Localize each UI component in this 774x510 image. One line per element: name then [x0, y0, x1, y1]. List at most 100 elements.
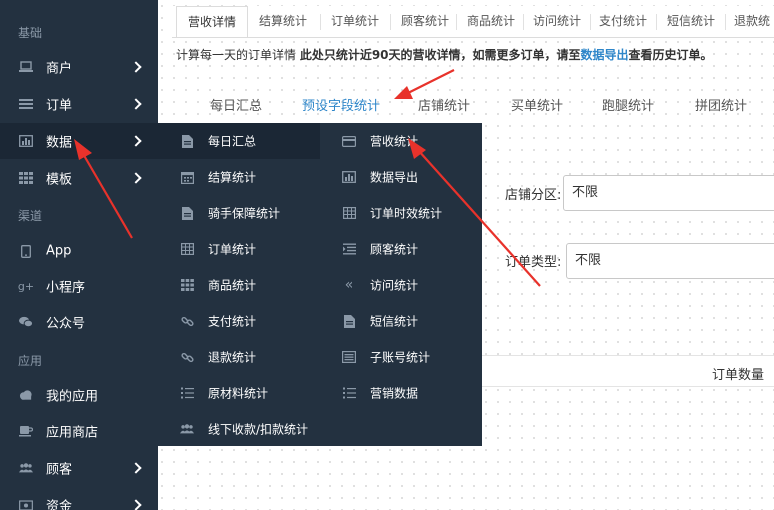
subtab-daily-summary[interactable]: 每日汇总 — [210, 95, 262, 114]
submenu-item-sms-stats[interactable]: 短信统计 — [320, 303, 482, 339]
tab-payment-stats[interactable]: 支付统计 — [590, 6, 656, 37]
order-type-select[interactable]: 不限 — [566, 243, 774, 279]
order-type-label: 订单类型: — [505, 255, 562, 270]
submenu-item-label: 数据导出 — [370, 170, 419, 185]
tab-order-stats[interactable]: 订单统计 — [322, 6, 388, 37]
submenu-item-label: 营收统计 — [370, 134, 419, 149]
sidebar-item-label: 数据 — [46, 135, 73, 151]
submenu-item-product-stats[interactable]: 商品统计 — [158, 267, 320, 303]
chevron-right-icon — [130, 135, 142, 147]
sidebar-section-channel: 渠道 — [18, 209, 43, 223]
sidebar-item-label: 模板 — [46, 172, 73, 188]
sidebar-item-official-account[interactable]: 公众号 — [0, 304, 158, 340]
submenu-item-visit-stats[interactable]: « 访问统计 — [320, 267, 482, 303]
submenu-item-label: 退款统计 — [208, 350, 257, 365]
cup-icon — [19, 424, 33, 438]
submenu-item-label: 订单统计 — [208, 242, 257, 257]
sidebar-item-template[interactable]: 模板 — [0, 160, 158, 196]
submenu-item-label: 子账号统计 — [370, 350, 431, 365]
submenu-item-raw-material-stats[interactable]: 原材料统计 — [158, 375, 320, 411]
top-tab-bar: 营收详情 结算统计 订单统计 顾客统计 商品统计 访问统计 支付统计 短信统计 … — [172, 6, 774, 38]
sidebar-item-customers[interactable]: 顾客 — [0, 450, 158, 486]
submenu-item-label: 骑手保障统计 — [208, 206, 281, 221]
file-icon — [180, 134, 194, 148]
chevron-right-icon — [130, 499, 142, 510]
submenu-item-rider-insurance-stats[interactable]: 骑手保障统计 — [158, 195, 320, 231]
notice-bold: 此处只统计近90天的营收详情，如需更多订单，请至 — [299, 48, 581, 62]
sidebar-item-mini-program[interactable]: g+ 小程序 — [0, 268, 158, 304]
list-ordered-icon — [342, 386, 356, 400]
submenu-item-daily-summary[interactable]: 每日汇总 — [158, 123, 320, 159]
submenu-item-payment-stats[interactable]: 支付统计 — [158, 303, 320, 339]
list-icon — [19, 97, 33, 111]
submenu-item-label: 商品统计 — [208, 278, 257, 293]
tab-product-stats[interactable]: 商品统计 — [458, 6, 524, 37]
notice-prefix: 计算每一天的订单详情 — [176, 48, 300, 62]
submenu-item-offline-collection-stats[interactable]: 线下收款/扣款统计 — [158, 411, 320, 447]
link-icon — [180, 350, 194, 364]
tab-settlement-stats[interactable]: 结算统计 — [250, 6, 316, 37]
sidebar-item-label: 应用商店 — [46, 425, 99, 441]
laptop-icon — [19, 60, 33, 74]
subtab-preset-field-stats[interactable]: 预设字段统计 — [302, 95, 380, 114]
sidebar-item-label: 我的应用 — [46, 389, 99, 405]
submenu-item-label: 原材料统计 — [208, 386, 269, 401]
sidebar-item-merchant[interactable]: 商户 — [0, 49, 158, 85]
tab-divider — [320, 14, 321, 30]
double-angle-left-icon: « — [344, 277, 354, 293]
subtab-group-buy-stats[interactable]: 拼团统计 — [695, 95, 747, 114]
data-export-link[interactable]: 数据导出 — [581, 48, 629, 62]
submenu-item-refund-stats[interactable]: 退款统计 — [158, 339, 320, 375]
sidebar-item-app-store[interactable]: 应用商店 — [0, 413, 158, 449]
submenu-item-settlement-stats[interactable]: 结算统计 — [158, 159, 320, 195]
submenu-item-marketing-data[interactable]: 营销数据 — [320, 375, 482, 411]
subtab-errand-stats[interactable]: 跑腿统计 — [602, 95, 654, 114]
link-icon — [180, 314, 194, 328]
users-icon — [180, 422, 194, 436]
tab-divider — [390, 14, 391, 30]
submenu-item-order-stats[interactable]: 订单统计 — [158, 231, 320, 267]
submenu-item-label: 支付统计 — [208, 314, 257, 329]
grid-icon — [19, 171, 33, 185]
sidebar-item-app[interactable]: App — [0, 233, 158, 269]
tab-sms-stats[interactable]: 短信统计 — [658, 6, 724, 37]
money-icon — [19, 498, 33, 510]
table-icon — [180, 242, 194, 256]
tab-divider — [456, 14, 457, 30]
credit-card-icon — [342, 134, 356, 148]
subtab-checkout-stats[interactable]: 买单统计 — [511, 95, 563, 114]
sidebar-item-label: 公众号 — [46, 316, 86, 332]
sidebar-item-label: App — [46, 243, 72, 259]
submenu-item-data-export[interactable]: 数据导出 — [320, 159, 482, 195]
submenu-item-customer-stats[interactable]: 顾客统计 — [320, 231, 482, 267]
sidebar-item-data[interactable]: 数据 — [0, 123, 158, 159]
list-ordered-icon — [180, 386, 194, 400]
sidebar-item-label: 小程序 — [46, 280, 86, 296]
bar-chart-icon — [19, 134, 33, 148]
users-icon — [19, 461, 33, 475]
sidebar-item-orders[interactable]: 订单 — [0, 86, 158, 122]
submenu-item-order-timeliness-stats[interactable]: 订单时效统计 — [320, 195, 482, 231]
sidebar-item-label: 顾客 — [46, 462, 73, 478]
tab-visit-stats[interactable]: 访问统计 — [524, 6, 590, 37]
tab-revenue-detail[interactable]: 营收详情 — [176, 6, 248, 37]
sidebar-item-my-apps[interactable]: 我的应用 — [0, 377, 158, 413]
submenu-item-label: 访问统计 — [370, 278, 419, 293]
submenu-item-revenue-stats[interactable]: 营收统计 — [320, 123, 482, 159]
subtab-shop-stats[interactable]: 店铺统计 — [418, 95, 470, 114]
column-header-order-count: 订单数量 — [712, 368, 765, 383]
table-header: 订单数量 — [482, 355, 774, 387]
shop-region-label: 店铺分区: — [505, 188, 562, 203]
table-icon — [342, 206, 356, 220]
notice-text: 计算每一天的订单详情 此处只统计近90天的营收详情，如需更多订单，请至数据导出查… — [176, 46, 713, 63]
sidebar-item-funds[interactable]: 资金 — [0, 487, 158, 510]
calendar-icon — [180, 170, 194, 184]
submenu-item-label: 结算统计 — [208, 170, 257, 185]
indent-icon — [342, 242, 356, 256]
submenu-item-sub-account-stats[interactable]: 子账号统计 — [320, 339, 482, 375]
tab-customer-stats[interactable]: 顾客统计 — [392, 6, 458, 37]
cloud-icon — [19, 388, 33, 402]
shop-region-select[interactable]: 不限 — [563, 175, 774, 211]
submenu-item-label: 顾客统计 — [370, 242, 419, 257]
tab-refund-stats[interactable]: 退款统 — [734, 6, 774, 37]
